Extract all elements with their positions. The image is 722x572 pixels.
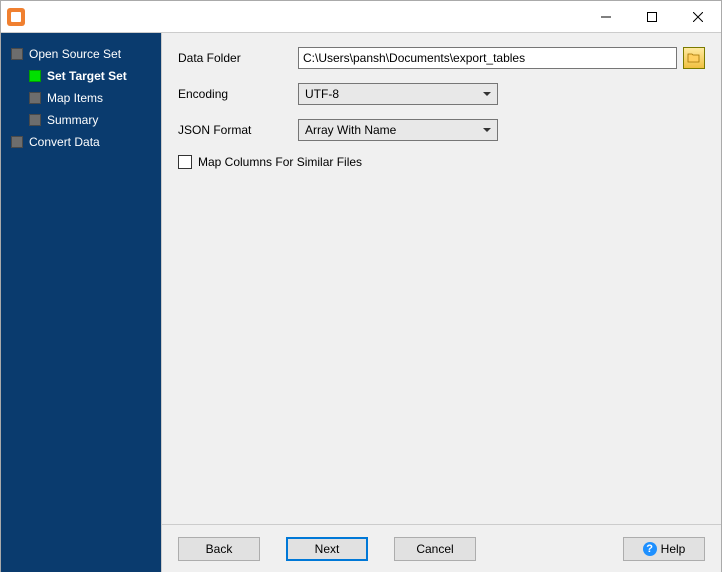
- json-format-label: JSON Format: [178, 123, 298, 137]
- map-columns-checkbox[interactable]: [178, 155, 192, 169]
- titlebar: [1, 1, 721, 33]
- map-columns-label: Map Columns For Similar Files: [198, 155, 362, 169]
- next-button[interactable]: Next: [286, 537, 368, 561]
- help-icon: ?: [643, 542, 657, 556]
- main-panel: Data Folder Encoding UTF-8 JSON Format: [161, 33, 721, 572]
- node-icon: [29, 92, 41, 104]
- sidebar-item-label: Convert Data: [29, 135, 100, 149]
- help-button[interactable]: ? Help: [623, 537, 705, 561]
- folder-icon: [687, 52, 701, 64]
- content: Open Source Set Set Target Set Map Items…: [1, 33, 721, 572]
- node-icon: [29, 70, 41, 82]
- sidebar-item-convert-data[interactable]: Convert Data: [1, 131, 161, 153]
- close-icon: [693, 12, 703, 22]
- cancel-button-label: Cancel: [416, 542, 453, 556]
- sidebar-item-label: Map Items: [47, 91, 103, 105]
- sidebar-item-label: Set Target Set: [47, 69, 127, 83]
- form-area: Data Folder Encoding UTF-8 JSON Format: [162, 33, 721, 524]
- node-icon: [29, 114, 41, 126]
- data-folder-input[interactable]: [298, 47, 677, 69]
- row-json-format: JSON Format Array With Name: [178, 119, 705, 141]
- browse-folder-button[interactable]: [683, 47, 705, 69]
- node-icon: [11, 48, 23, 60]
- sidebar-item-map-items[interactable]: Map Items: [1, 87, 161, 109]
- json-format-select[interactable]: Array With Name: [298, 119, 498, 141]
- node-icon: [11, 136, 23, 148]
- wizard-sidebar: Open Source Set Set Target Set Map Items…: [1, 33, 161, 572]
- help-button-label: Help: [661, 542, 686, 556]
- row-map-columns: Map Columns For Similar Files: [178, 155, 705, 169]
- back-button[interactable]: Back: [178, 537, 260, 561]
- sidebar-item-label: Open Source Set: [29, 47, 121, 61]
- button-bar: Back Next Cancel ? Help: [162, 524, 721, 572]
- encoding-select-wrap: UTF-8: [298, 83, 498, 105]
- minimize-button[interactable]: [583, 1, 629, 33]
- window-controls: [583, 1, 721, 33]
- app-icon: [7, 8, 25, 26]
- next-button-label: Next: [315, 542, 340, 556]
- data-folder-label: Data Folder: [178, 51, 298, 65]
- row-data-folder: Data Folder: [178, 47, 705, 69]
- encoding-label: Encoding: [178, 87, 298, 101]
- json-format-select-wrap: Array With Name: [298, 119, 498, 141]
- sidebar-item-open-source-set[interactable]: Open Source Set: [1, 43, 161, 65]
- sidebar-item-set-target-set[interactable]: Set Target Set: [1, 65, 161, 87]
- maximize-button[interactable]: [629, 1, 675, 33]
- cancel-button[interactable]: Cancel: [394, 537, 476, 561]
- encoding-select[interactable]: UTF-8: [298, 83, 498, 105]
- sidebar-item-label: Summary: [47, 113, 98, 127]
- row-encoding: Encoding UTF-8: [178, 83, 705, 105]
- back-button-label: Back: [206, 542, 233, 556]
- titlebar-left: [1, 8, 31, 26]
- minimize-icon: [601, 12, 611, 22]
- maximize-icon: [647, 12, 657, 22]
- close-button[interactable]: [675, 1, 721, 33]
- sidebar-item-summary[interactable]: Summary: [1, 109, 161, 131]
